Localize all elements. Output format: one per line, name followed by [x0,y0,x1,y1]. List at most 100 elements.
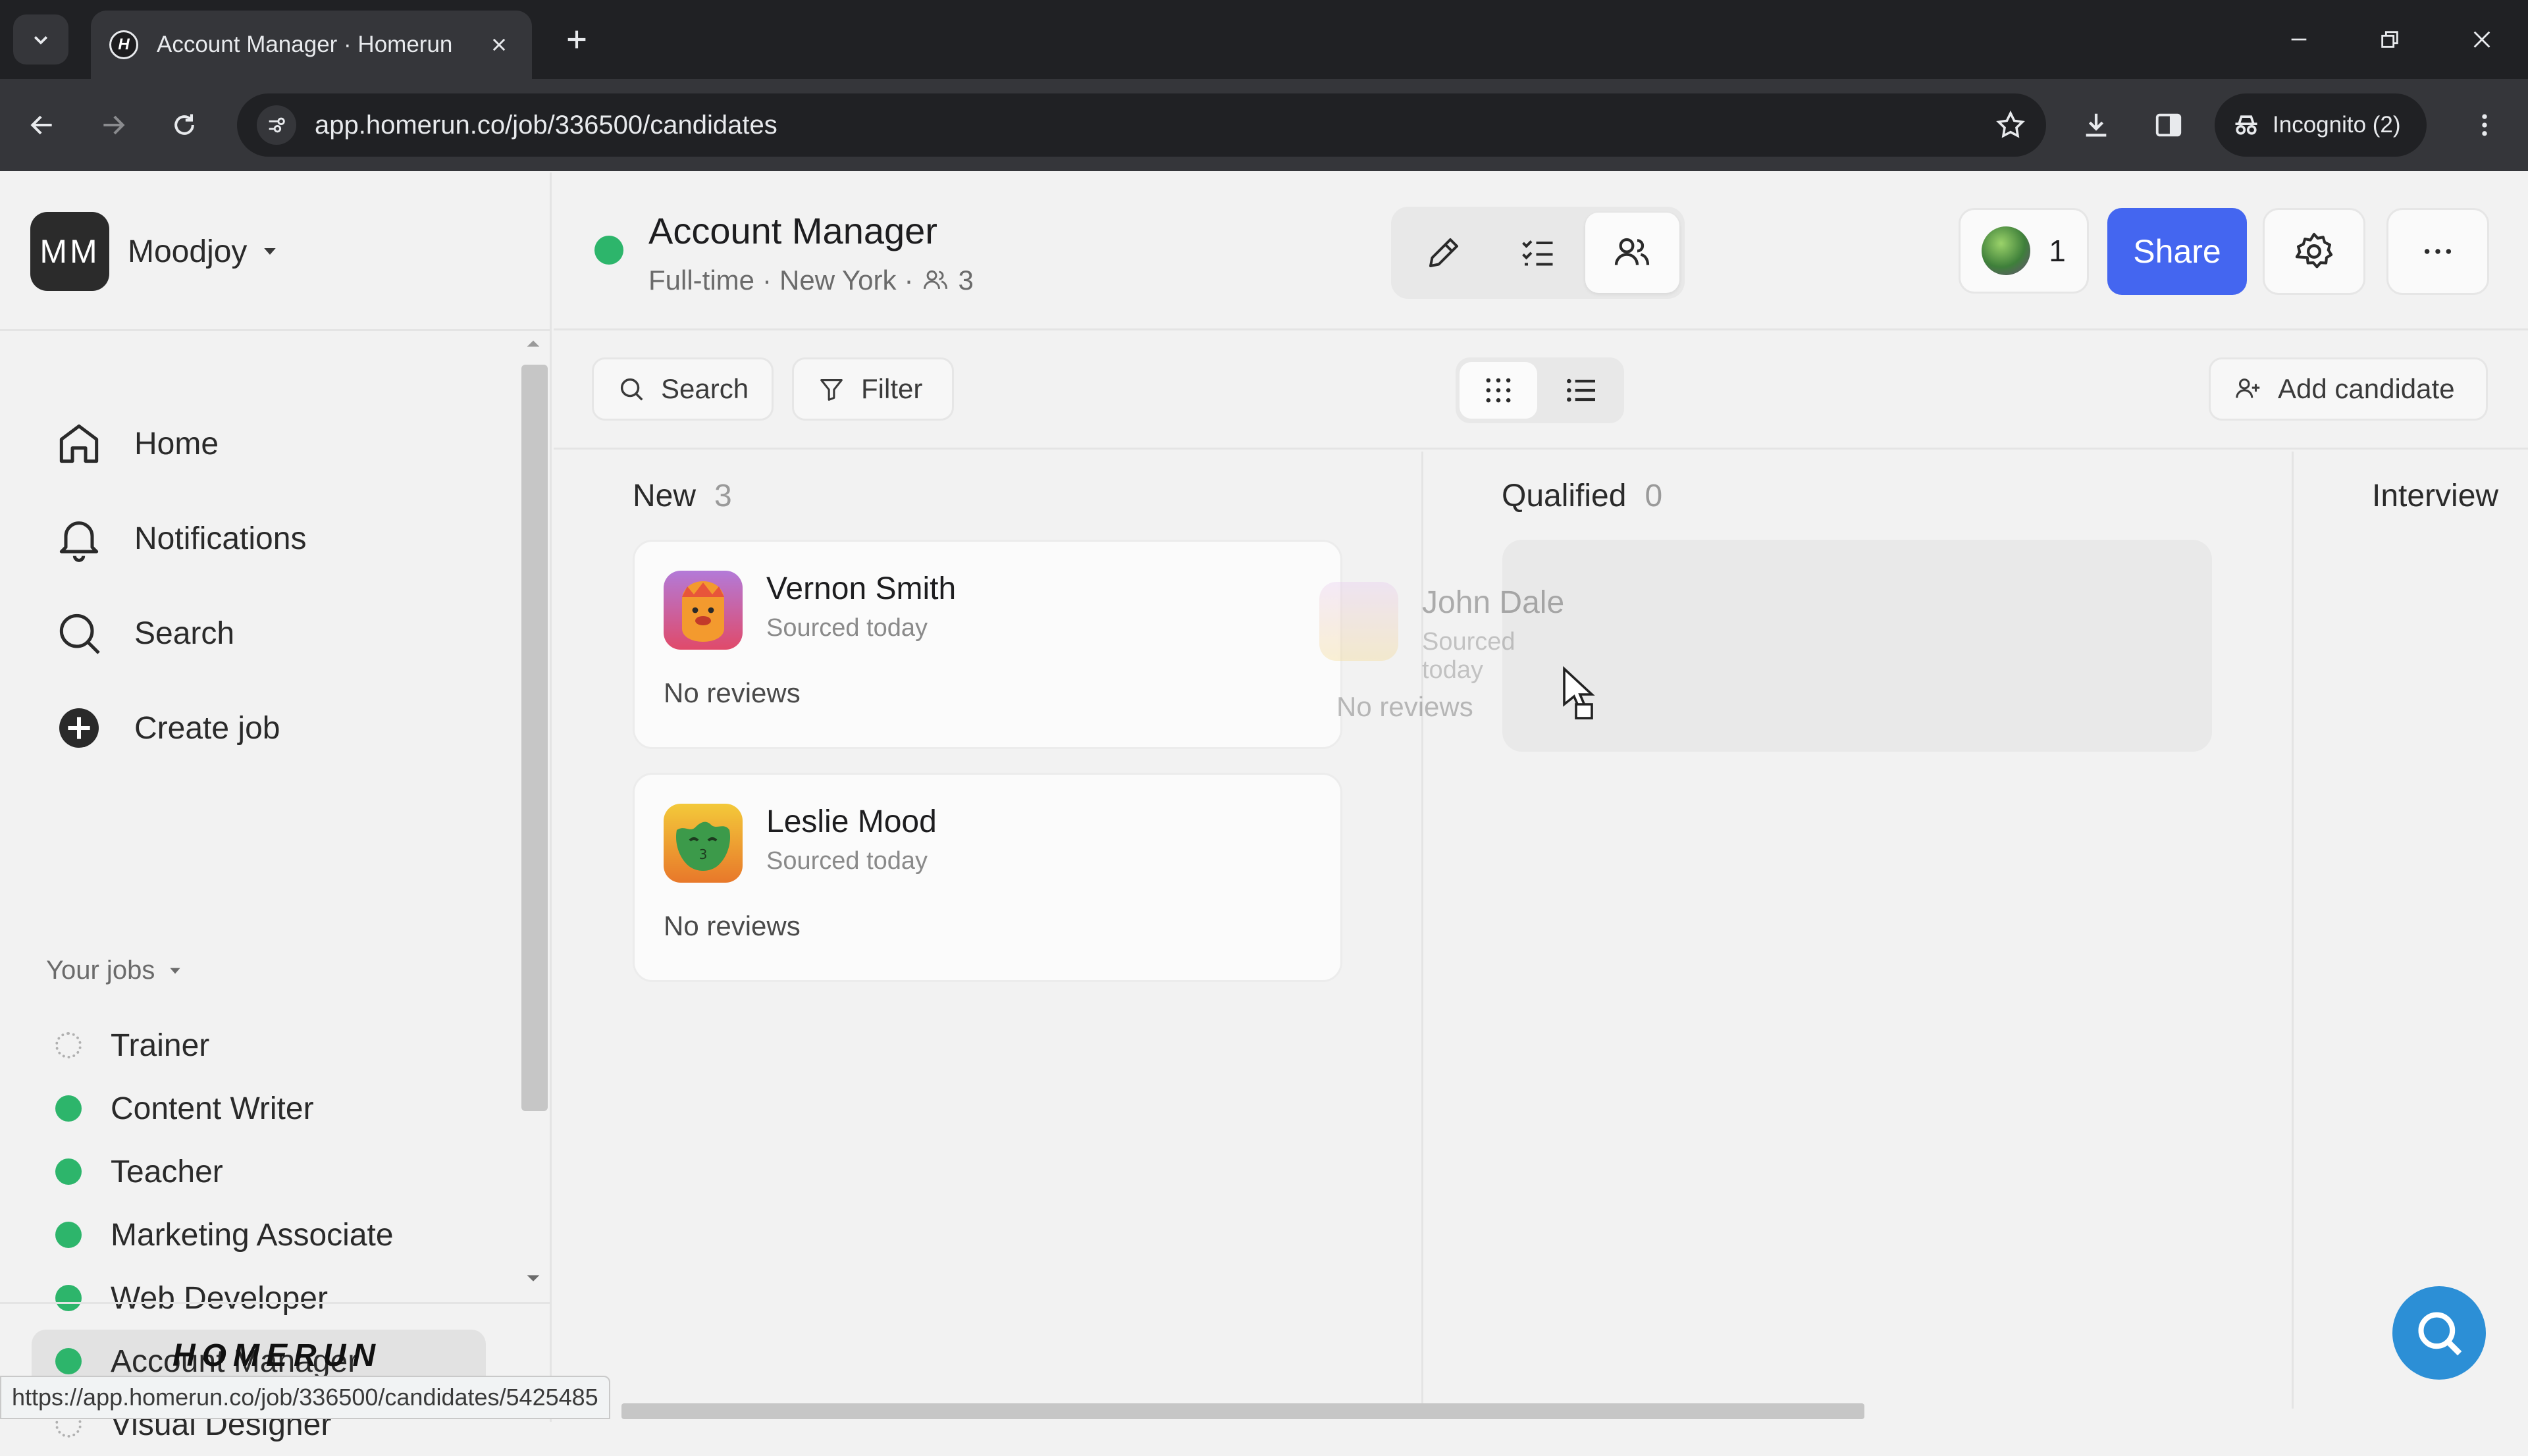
job-item-marketing-associate[interactable]: Marketing Associate [32,1203,486,1266]
settings-button[interactable] [2263,208,2365,295]
nav-search-label: Search [134,615,235,651]
candidate-avatar [664,571,743,650]
edit-job-button[interactable] [1396,213,1490,293]
nav-create-job[interactable]: Create job [51,695,280,761]
checklist-button[interactable] [1490,213,1585,293]
add-candidate-button[interactable]: Add candidate [2209,357,2488,421]
job-name: Web Developer [111,1280,328,1316]
minimize-icon [2291,38,2307,41]
back-button[interactable] [20,103,65,147]
drop-placeholder [1502,540,2212,752]
tab-close-button[interactable] [485,30,514,59]
side-panel-icon [2155,113,2182,137]
people-icon [924,270,948,289]
column-header-qualified: Qualified 0 [1502,478,1662,514]
minimize-button[interactable] [2273,16,2325,63]
scroll-up-icon[interactable] [524,337,542,350]
job-meta: Full-time · New York · 3 [648,265,974,296]
nav-home[interactable]: Home [51,411,219,477]
candidate-name: Leslie Mood [766,804,937,839]
nav-notifications-label: Notifications [134,521,307,556]
people-icon [1615,238,1650,265]
candidates-view-button[interactable] [1585,213,1679,293]
column-divider [2292,452,2294,1409]
address-bar[interactable]: app.homerun.co/job/336500/candidates [237,93,2046,157]
nav-search[interactable]: Search [51,600,234,666]
candidate-card[interactable]: 3 Leslie Mood Sourced today No reviews [633,773,1342,982]
divider [0,1302,552,1304]
divider [0,329,552,331]
close-icon [2473,31,2490,48]
board-view-button[interactable] [1460,362,1537,419]
collaborators-button[interactable]: 1 [1959,208,2089,294]
close-window-button[interactable] [2456,16,2508,63]
tab-title: Account Manager · Homerun [157,32,453,57]
browser-menu-button[interactable] [2462,103,2507,147]
list-view-button[interactable] [1542,362,1620,419]
homerun-favicon-icon: H [109,30,138,59]
candidate-avatar [1319,582,1398,661]
job-status-dot [55,1095,82,1122]
candidate-name: John Dale [1422,585,1565,620]
incognito-indicator[interactable]: Incognito (2) [2215,93,2427,157]
downloads-button[interactable] [2074,103,2119,147]
board-horizontal-scrollbar[interactable] [621,1403,1864,1419]
browser-toolbar: app.homerun.co/job/336500/candidates Inc… [0,79,2528,171]
help-search-button[interactable] [2392,1286,2486,1380]
download-icon [2086,113,2107,137]
restore-button[interactable] [2363,16,2416,63]
site-info-icon[interactable] [257,105,296,145]
plus-circle-icon [51,700,107,756]
drag-cursor-icon [1563,665,1595,719]
job-status-dot [55,1285,82,1311]
forward-button[interactable] [91,103,136,147]
restore-icon [2381,31,2398,48]
nav-home-label: Home [134,426,219,461]
browser-tab[interactable]: H Account Manager · Homerun [91,11,532,79]
search-button[interactable]: Search [592,357,774,421]
candidate-card[interactable]: Vernon Smith Sourced today No reviews [633,540,1342,749]
sidebar-scrollbar-thumb[interactable] [521,365,548,1111]
arrow-right-icon [103,115,125,135]
nav-notifications[interactable]: Notifications [51,506,306,571]
new-tab-button[interactable] [557,20,596,59]
search-icon [51,606,107,661]
nav-create-job-label: Create job [134,710,280,746]
filter-label: Filter [861,373,923,404]
candidate-reviews: No reviews [664,677,801,708]
job-item-teacher[interactable]: Teacher [32,1140,486,1203]
job-item-content-writer[interactable]: Content Writer [32,1077,486,1140]
close-icon [492,38,506,51]
collaborator-count: 1 [2049,234,2066,268]
candidate-source: Sourced today [766,614,928,642]
job-status-dot [55,1222,82,1248]
reload-button[interactable] [162,103,207,147]
add-candidate-label: Add candidate [2278,373,2455,404]
caret-down-icon [170,968,180,974]
candidate-source: Sourced today [1422,628,1515,684]
job-status-indicator [594,236,623,265]
more-options-button[interactable] [2386,208,2489,295]
list-icon [1567,378,1595,402]
side-panel-button[interactable] [2146,103,2191,147]
job-status-dot [55,1348,82,1374]
your-jobs-toggle[interactable]: Your jobs [46,956,184,985]
candidate-name: Vernon Smith [766,571,957,606]
incognito-icon [2235,115,2257,135]
job-item-web-developer[interactable]: Web Developer [32,1266,486,1330]
job-name: Content Writer [111,1091,314,1126]
share-button[interactable]: Share [2107,208,2247,295]
workspace-switcher[interactable]: MM Moodjoy [30,212,280,291]
filter-button[interactable]: Filter [792,357,954,421]
bookmark-star-icon[interactable] [1995,109,2026,141]
job-item-trainer[interactable]: Trainer [32,1014,486,1077]
add-person-icon [2236,378,2260,398]
search-label: Search [661,373,749,404]
candidate-source: Sourced today [766,847,928,875]
gear-icon [2295,232,2333,269]
tab-search-button[interactable] [13,14,68,65]
pencil-icon [1429,238,1458,267]
dragged-candidate-card[interactable]: John Dale Sourced today No reviews [1304,540,1567,722]
job-title: Account Manager [648,210,937,251]
scroll-down-icon[interactable] [524,1272,542,1285]
